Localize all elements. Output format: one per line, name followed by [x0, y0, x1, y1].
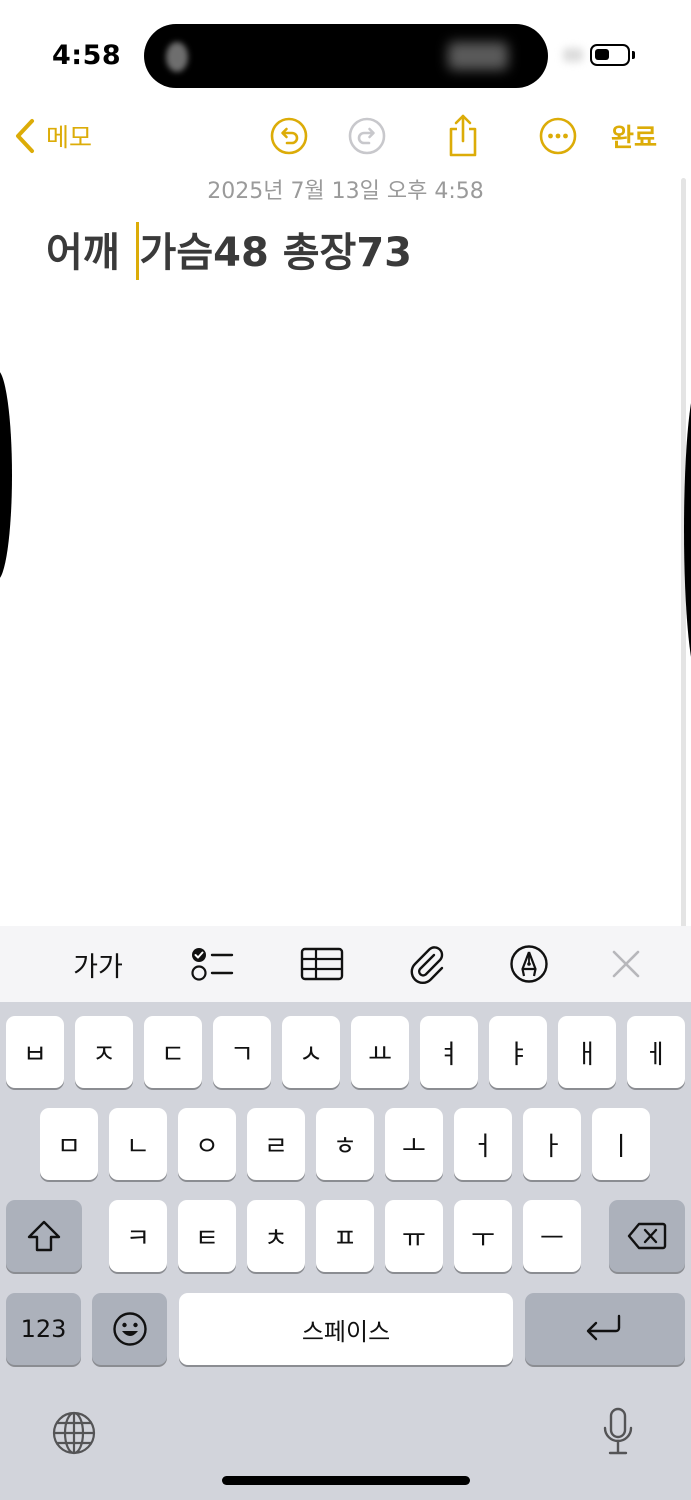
- key-row1[interactable]: ㅐ: [558, 1016, 616, 1088]
- key-row1[interactable]: ㄱ: [213, 1016, 271, 1088]
- key-row1[interactable]: ㅛ: [351, 1016, 409, 1088]
- battery-level: [595, 49, 609, 60]
- redo-button[interactable]: [344, 113, 390, 159]
- table-icon: [300, 947, 344, 981]
- key-row2[interactable]: ㅓ: [454, 1108, 512, 1180]
- status-time: 4:58: [52, 40, 122, 71]
- return-arrow-icon: [586, 1314, 621, 1341]
- note-text-area[interactable]: 어깨 가슴48 총장73: [46, 220, 666, 280]
- key-row1[interactable]: ㅂ: [6, 1016, 64, 1088]
- globe-icon: [52, 1411, 96, 1455]
- key-row2[interactable]: ㅎ: [316, 1108, 374, 1180]
- blurred-activity-text: [448, 42, 508, 70]
- key-row3[interactable]: ㅋ: [109, 1200, 167, 1272]
- dictation-button[interactable]: [596, 1404, 640, 1460]
- share-icon: [449, 114, 477, 157]
- text-format-label: 가가: [73, 951, 123, 983]
- key-row3[interactable]: ㅊ: [247, 1200, 305, 1272]
- markup-button[interactable]: [504, 940, 554, 988]
- shift-key[interactable]: [6, 1200, 82, 1272]
- status-bar: 4:58: [0, 0, 691, 105]
- text-format-button[interactable]: 가가: [66, 940, 130, 988]
- key-row3[interactable]: ㅍ: [316, 1200, 374, 1272]
- text-cursor: [135, 222, 139, 280]
- pen-tip-circle-icon: [510, 945, 548, 983]
- back-button[interactable]: 메모: [14, 111, 92, 161]
- key-row1[interactable]: ㅑ: [489, 1016, 547, 1088]
- blurred-signal-icon: [563, 48, 583, 62]
- key-row1[interactable]: ㅔ: [627, 1016, 685, 1088]
- space-key[interactable]: 스페이스: [179, 1293, 513, 1365]
- back-button-label: 메모: [46, 123, 93, 152]
- emoji-key[interactable]: [92, 1293, 167, 1365]
- key-row3[interactable]: ㅌ: [178, 1200, 236, 1272]
- backspace-icon: [627, 1222, 667, 1250]
- key-row1[interactable]: ㄷ: [144, 1016, 202, 1088]
- emoji-icon: [112, 1312, 147, 1346]
- note-text-after-cursor: 가슴48 총장73: [139, 230, 412, 276]
- battery-tip: [632, 51, 635, 59]
- undo-button[interactable]: [266, 113, 312, 159]
- note-navigation-bar: 메모 완료: [0, 105, 691, 167]
- language-switch-button[interactable]: [48, 1408, 100, 1458]
- key-row1[interactable]: ㅈ: [75, 1016, 133, 1088]
- key-row1[interactable]: ㅕ: [420, 1016, 478, 1088]
- key-row2[interactable]: ㄴ: [109, 1108, 167, 1180]
- redo-icon: [348, 117, 386, 155]
- undo-icon: [270, 117, 308, 155]
- shift-arrow-icon: [27, 1220, 61, 1252]
- dynamic-island: [144, 24, 548, 88]
- screen-edge-left: [0, 370, 12, 580]
- key-row3[interactable]: ㅡ: [523, 1200, 581, 1272]
- blurred-activity-icon: [166, 42, 188, 72]
- note-text-before-cursor: 어깨: [46, 230, 134, 276]
- key-row2[interactable]: ㅣ: [592, 1108, 650, 1180]
- key-row2[interactable]: ㅁ: [40, 1108, 98, 1180]
- checklist-button[interactable]: [186, 940, 238, 988]
- done-button[interactable]: 완료: [611, 118, 657, 154]
- keyboard-accessory-toolbar: 가가: [0, 926, 691, 1002]
- more-options-button[interactable]: [535, 113, 581, 159]
- checklist-icon: [191, 948, 234, 981]
- note-date: 2025년 7월 13일 오후 4:58: [207, 179, 484, 204]
- return-key[interactable]: [525, 1293, 685, 1365]
- delete-key[interactable]: [609, 1200, 685, 1272]
- key-row2[interactable]: ㅗ: [385, 1108, 443, 1180]
- ellipsis-circle-icon: [539, 117, 577, 155]
- key-row2[interactable]: ㅇ: [178, 1108, 236, 1180]
- microphone-icon: [603, 1407, 633, 1455]
- close-icon: [612, 950, 640, 978]
- key-row2[interactable]: ㅏ: [523, 1108, 581, 1180]
- key-row2[interactable]: ㄹ: [247, 1108, 305, 1180]
- key-row3[interactable]: ㅜ: [454, 1200, 512, 1272]
- paperclip-icon: [410, 946, 444, 985]
- share-button[interactable]: [440, 113, 486, 159]
- battery-icon: [590, 44, 630, 66]
- key-row1[interactable]: ㅅ: [282, 1016, 340, 1088]
- chevron-left-icon: [16, 119, 34, 153]
- numbers-key[interactable]: 123: [6, 1293, 81, 1365]
- key-row3[interactable]: ㅠ: [385, 1200, 443, 1272]
- close-toolbar-button[interactable]: [604, 940, 648, 988]
- attachment-button[interactable]: [402, 940, 452, 988]
- table-button[interactable]: [296, 940, 348, 988]
- home-indicator[interactable]: [222, 1476, 470, 1485]
